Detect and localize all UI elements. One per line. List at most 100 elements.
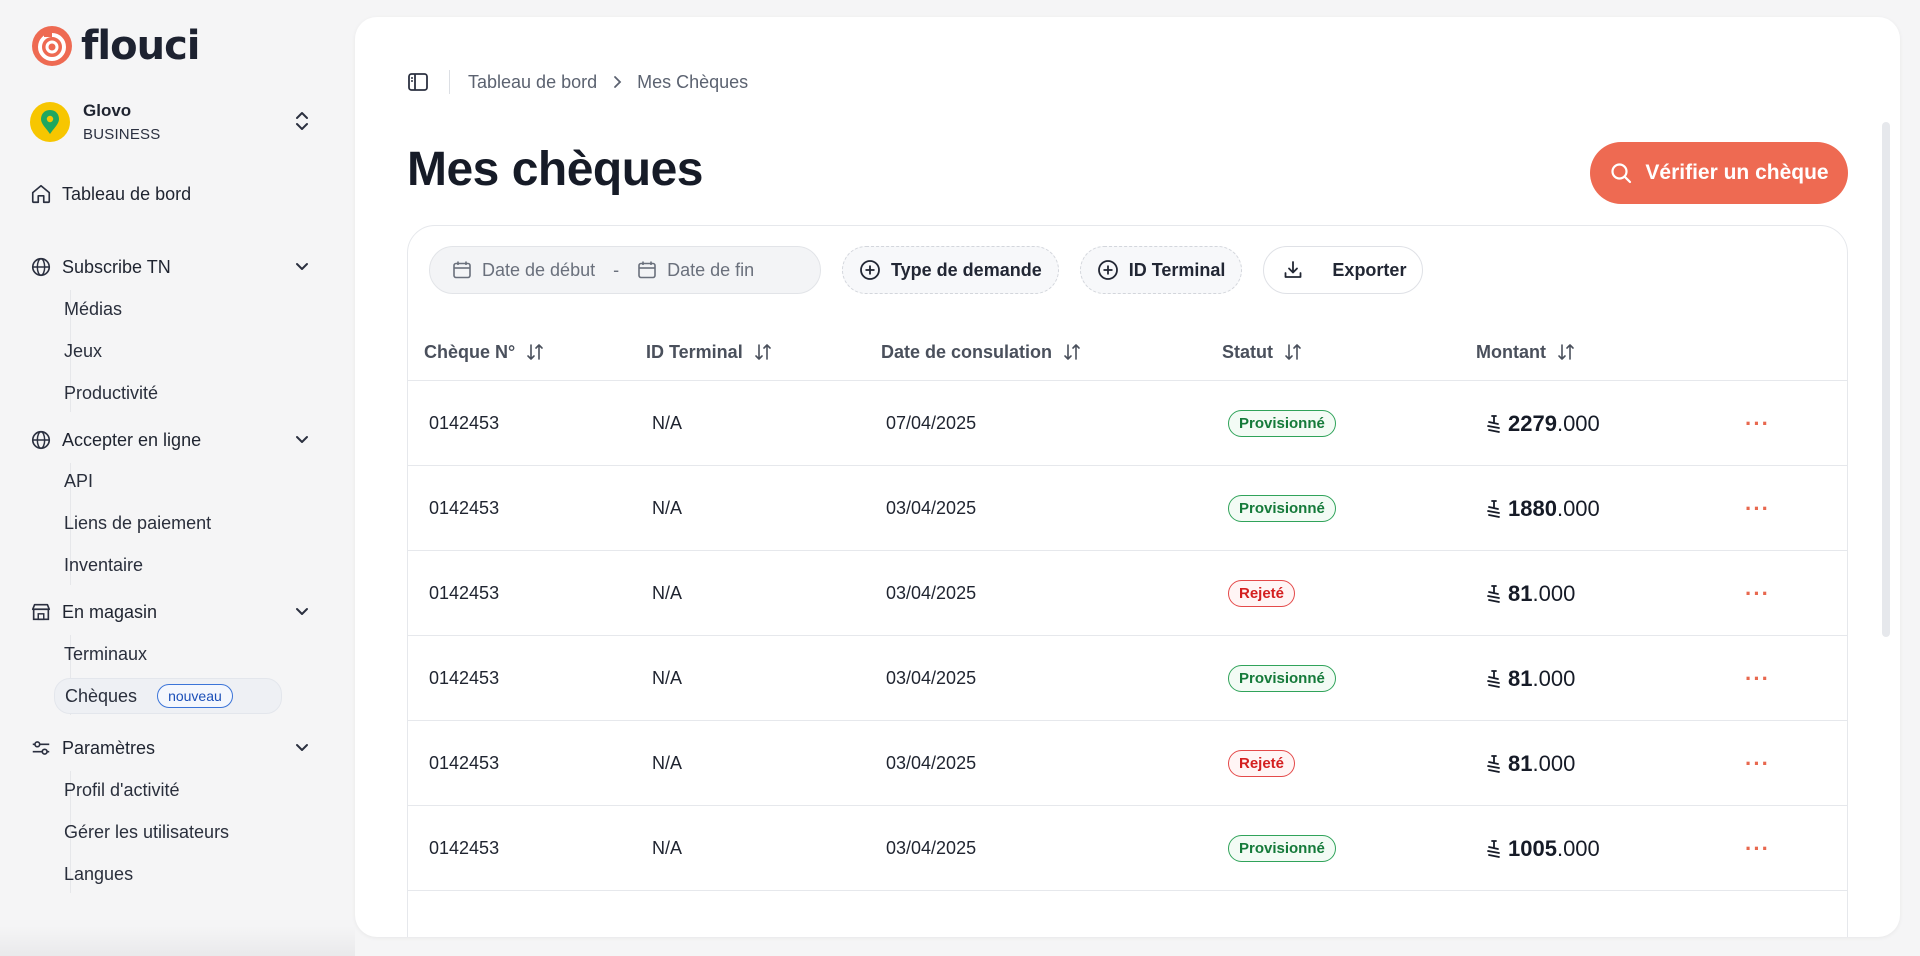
sidebar-toggle-icon[interactable] [407,71,429,93]
terminal-id-filter[interactable]: ID Terminal [1079,246,1243,294]
brand-logo[interactable]: flouci [31,25,200,67]
sidebar-section-label: Paramètres [62,737,156,758]
table-row[interactable]: 0142453 N/A 03/04/2025 Provisionné 81.000 ··· [408,635,1847,720]
cell-terminal-id: N/A [652,498,683,518]
amount-integer: 81 [1508,580,1533,606]
sidebar-item-gerer-utilisateurs[interactable]: Gérer les utilisateurs [64,818,229,846]
cell-amount: 81.000 [1486,721,1575,806]
amount-decimals: .000 [1556,410,1600,436]
more-icon[interactable]: ··· [1745,581,1770,607]
chevron-up-down-icon[interactable] [294,110,310,132]
glovo-pin-icon [41,110,59,134]
cell-amount: 81.000 [1486,551,1575,636]
export-label: Exporter [1332,259,1407,280]
export-button[interactable]: Exporter [1263,246,1424,294]
scrollbar[interactable] [1882,122,1890,637]
chevron-right-icon [614,76,622,88]
sidebar-item-label: Chèques [65,685,138,706]
cell-status: Rejeté [1228,551,1296,636]
calendar-icon [638,261,656,279]
sidebar-section-accepter-en-ligne[interactable]: Accepter en ligne [30,425,310,455]
chevron-down-icon [296,744,308,751]
cell-status: Provisionné [1228,381,1336,466]
more-icon[interactable]: ··· [1745,496,1770,522]
more-icon[interactable]: ··· [1745,836,1770,862]
row-actions[interactable]: ··· [1745,636,1770,721]
column-header-cheque[interactable]: Chèque N° [424,324,545,380]
new-badge: nouveau [157,684,233,708]
sidebar-item-api[interactable]: API [64,467,93,495]
sidebar-item-inventaire[interactable]: Inventaire [64,551,143,579]
sidebar-section-subscribe[interactable]: Subscribe TN [30,252,310,282]
row-actions[interactable]: ··· [1745,551,1770,636]
sidebar-section-parametres[interactable]: Paramètres [30,733,310,763]
currency-icon [1487,499,1500,518]
currency-icon [1487,414,1500,433]
cell-terminal-id: N/A [652,413,683,433]
table-row[interactable]: 0142453 N/A 03/04/2025 Provisionné 1880.000 ·… [408,465,1847,550]
verify-cheque-button[interactable]: Vérifier un chèque [1590,142,1848,204]
currency-icon [1487,754,1500,773]
date-end-placeholder: Date de fin [667,259,755,280]
sidebar-item-cheques[interactable]: Chèques nouveau [54,678,282,714]
flouci-logo-icon [32,26,72,66]
request-type-filter[interactable]: Type de demande [842,246,1059,294]
column-header-montant[interactable]: Montant [1476,324,1576,380]
date-end-picker[interactable]: Date de fin [637,260,754,281]
sidebar-item-dashboard[interactable]: Tableau de bord [30,179,310,209]
column-label: Montant [1476,341,1546,362]
sidebar-section-label: En magasin [62,601,158,622]
table-row[interactable]: 0142453 N/A 03/04/2025 Rejeté 81.000 ··· [408,720,1847,805]
sidebar-section-label: Accepter en ligne [62,429,202,450]
sidebar-item-terminaux[interactable]: Terminaux [64,640,147,668]
table-row[interactable]: 0142453 N/A 07/04/2025 Provisionné 2279.000 ·… [408,380,1847,465]
sidebar-item-profil-activite[interactable]: Profil d'activité [64,776,179,804]
amount-integer: 1005 [1508,835,1557,861]
plus-circle-icon [1097,260,1118,280]
table-row[interactable]: 0142453 N/A 03/04/2025 Rejeté 81.000 ··· [408,550,1847,635]
row-actions[interactable]: ··· [1745,721,1770,806]
column-label: ID Terminal [646,341,743,362]
account-switcher[interactable]: Glovo BUSINESS [30,96,310,148]
sidebar-item-jeux[interactable]: Jeux [64,337,102,365]
cell-status: Provisionné [1228,636,1336,721]
cell-date: 03/04/2025 [886,583,977,603]
account-name: Glovo [83,101,132,120]
more-icon[interactable]: ··· [1745,751,1770,777]
sidebar-item-liens-de-paiement[interactable]: Liens de paiement [64,509,211,537]
cell-date: 03/04/2025 [886,838,977,858]
globe-icon [31,257,51,277]
more-icon[interactable]: ··· [1745,666,1770,692]
sidebar-item-medias[interactable]: Médias [64,295,122,323]
chevron-down-icon [296,263,308,270]
column-header-statut[interactable]: Statut [1222,324,1303,380]
sidebar-item-langues[interactable]: Langues [64,860,133,888]
table-row[interactable]: 0142453 N/A 03/04/2025 Provisionné 1005.000 ·… [408,805,1847,890]
sidebar: flouci Glovo BUSINESS Tableau de bord Su… [0,0,355,956]
cell-date: 03/04/2025 [886,753,977,773]
column-header-terminal[interactable]: ID Terminal [646,324,773,380]
status-badge: Provisionné [1228,665,1336,692]
sort-icon [754,344,771,360]
column-label: Statut [1222,341,1273,362]
row-actions[interactable]: ··· [1745,806,1770,891]
more-icon[interactable]: ··· [1745,411,1770,437]
cell-terminal-id: N/A [652,668,683,688]
cell-status: Provisionné [1228,806,1336,891]
cell-amount: 1005.000 [1486,806,1600,891]
column-label: Date de consulation [881,341,1053,362]
sort-icon [527,344,544,360]
sort-icon [1558,344,1574,360]
date-start-picker[interactable]: Date de début [452,260,595,281]
cell-cheque-number: 0142453 [429,753,500,773]
row-actions[interactable]: ··· [1745,466,1770,551]
sidebar-item-productivite[interactable]: Productivité [64,379,158,407]
home-icon [31,184,51,204]
breadcrumb-root[interactable]: Tableau de bord [468,72,597,93]
sidebar-section-en-magasin[interactable]: En magasin [30,597,310,627]
brand-name: flouci [81,23,200,69]
status-badge: Provisionné [1228,495,1336,522]
row-actions[interactable]: ··· [1745,381,1770,466]
column-header-date[interactable]: Date de consulation [881,324,1082,380]
account-type: BUSINESS [83,126,161,143]
